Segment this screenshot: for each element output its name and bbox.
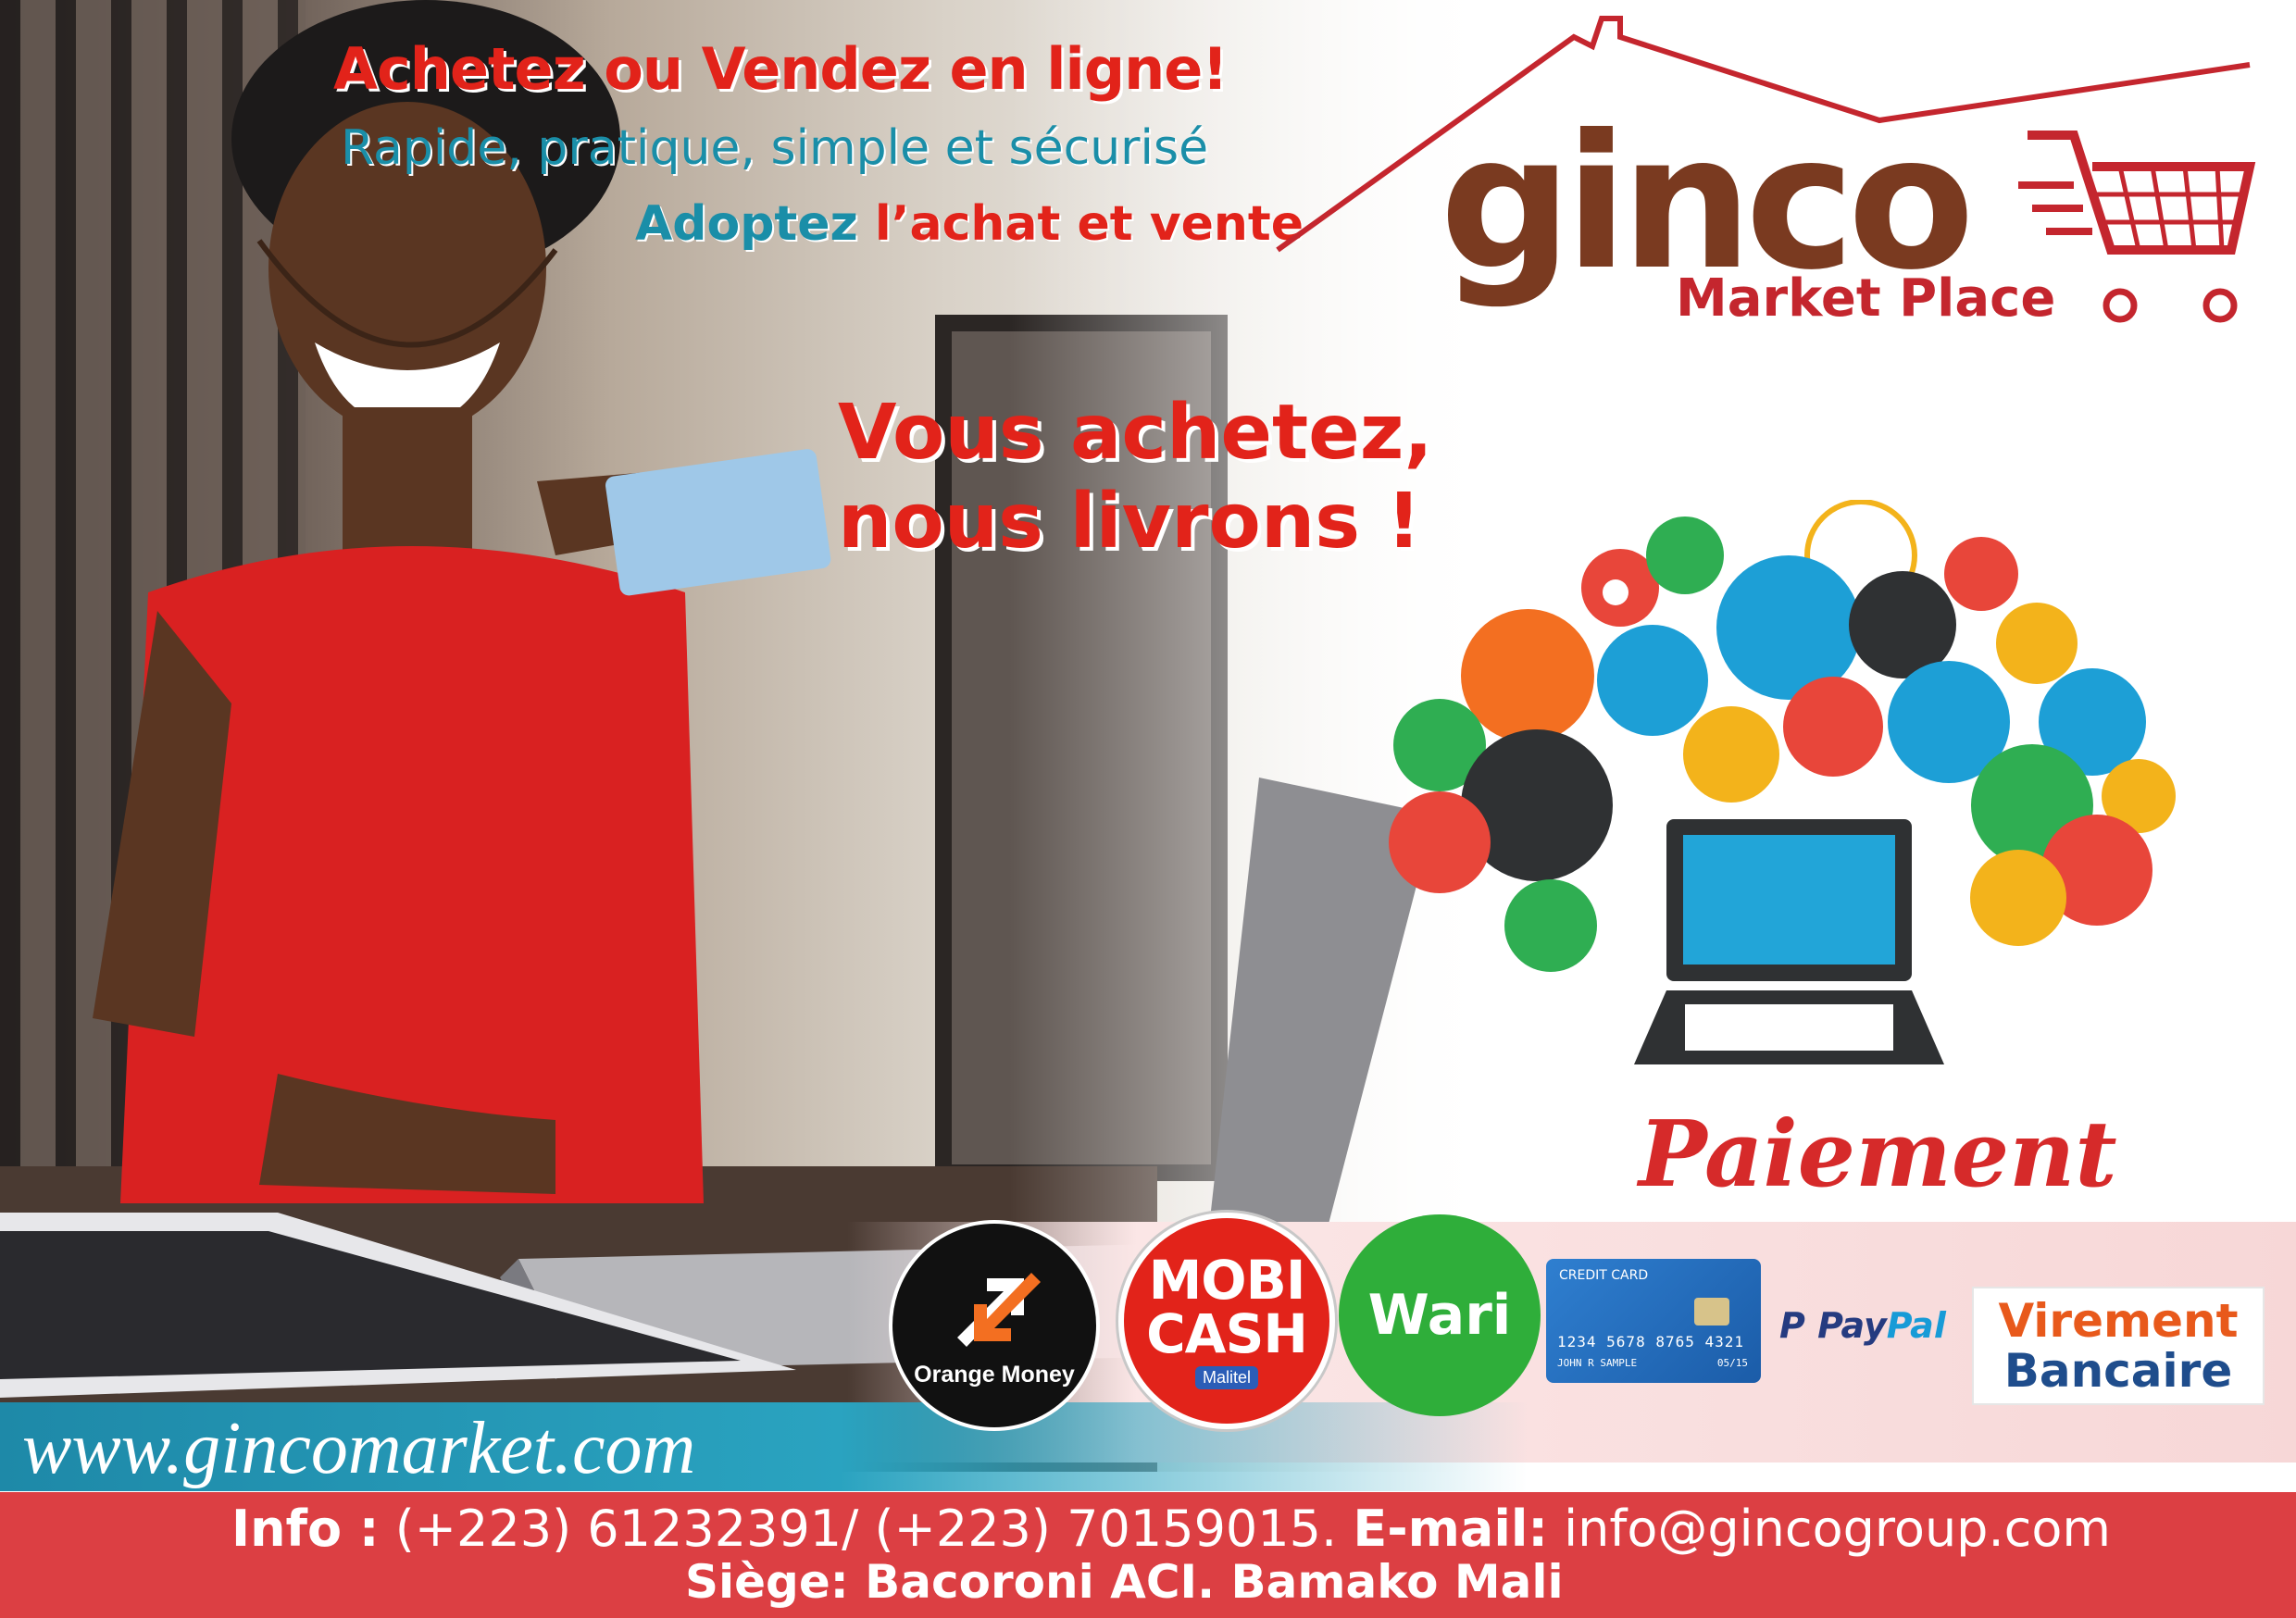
wari-label: Wari	[1367, 1283, 1512, 1348]
laptop-icon	[1461, 609, 1594, 742]
bancaire-label: Bancaire	[2003, 1344, 2233, 1398]
woman-figure	[93, 0, 831, 1203]
credit-card-logo: CREDIT CARD 1234 5678 8765 4321 JOHN R S…	[1546, 1259, 1761, 1383]
contact-line: Info : (+223) 61232391/ (+223) 70159015.…	[231, 1500, 2111, 1558]
slogan: Vous achetez, nous livrons !	[838, 389, 1433, 566]
malitel-badge: Malitel	[1194, 1365, 1258, 1389]
slogan-line-1: Vous achetez,	[838, 389, 1433, 477]
virement-label: Virement	[1998, 1294, 2239, 1348]
paypal-word-1: Pay	[1817, 1305, 1887, 1346]
cart-icon	[2018, 131, 2256, 323]
payment-title: Paiement	[1639, 1101, 2117, 1208]
slogan-line-2: nous livrons !	[838, 478, 1422, 566]
lipstick-icon	[1996, 603, 2078, 684]
car-icon	[1783, 677, 1883, 777]
paypal-word-2: Pal	[1886, 1305, 1946, 1346]
music-icon	[1944, 537, 2018, 611]
card-expiry: 05/15	[1716, 1357, 1748, 1369]
card-chip-icon	[1694, 1298, 1729, 1326]
coffee-icon	[1597, 625, 1708, 736]
card-number: 1234 5678 8765 4321	[1557, 1333, 1745, 1350]
mobicash-line-1: MOBI	[1148, 1248, 1306, 1312]
phone-numbers: (+223) 61232391/ (+223) 70159015.	[379, 1500, 1338, 1558]
headline-3: Adoptez l’achat et vente	[635, 196, 1304, 252]
card-holder: JOHN R SAMPLE	[1557, 1357, 1638, 1369]
star-icon	[1603, 579, 1628, 605]
logo-subtitle: Market Place	[1676, 268, 2056, 329]
mobicash-logo: MOBI CASH Malitel	[1118, 1213, 1335, 1429]
camera-icon	[1504, 879, 1597, 972]
book-icon	[1389, 791, 1491, 893]
website-url[interactable]: www.gincomarket.com	[22, 1407, 695, 1491]
mobicash-line-2: CASH	[1146, 1301, 1308, 1365]
email-label: E-mail:	[1353, 1500, 1548, 1558]
headline-1: Achetez ou Vendez en ligne!	[333, 35, 1229, 103]
bicycle-icon	[1970, 850, 2066, 946]
ecommerce-icon-cluster	[1389, 500, 2176, 1064]
card-label: CREDIT CARD	[1559, 1268, 1649, 1283]
clock-icon	[1646, 517, 1724, 594]
headline-3-a: Adoptez	[635, 196, 858, 252]
tablet-photo	[0, 1213, 796, 1398]
info-label: Info :	[231, 1500, 380, 1558]
headline-3-b: l’achat et vente	[874, 196, 1304, 252]
orange-money-label: Orange Money	[914, 1361, 1075, 1388]
email-address[interactable]: info@gincogroup.com	[1548, 1500, 2111, 1558]
address: Siège: Bacoroni ACI. Bamako Mali	[685, 1555, 1564, 1609]
orange-money-logo: Orange Money	[889, 1220, 1100, 1431]
paypal-logo: 𝙋 PayPal	[1779, 1305, 1946, 1346]
wari-logo: Wari	[1339, 1214, 1541, 1416]
orange-money-arrows-icon	[957, 1272, 1041, 1347]
bag-icon	[1683, 706, 1779, 803]
headline-2: Rapide, pratique, simple et sécurisé	[341, 120, 1209, 176]
paypal-p-icon: 𝙋	[1779, 1305, 1805, 1346]
virement-bancaire-logo: Virement Bancaire	[1972, 1287, 2265, 1405]
